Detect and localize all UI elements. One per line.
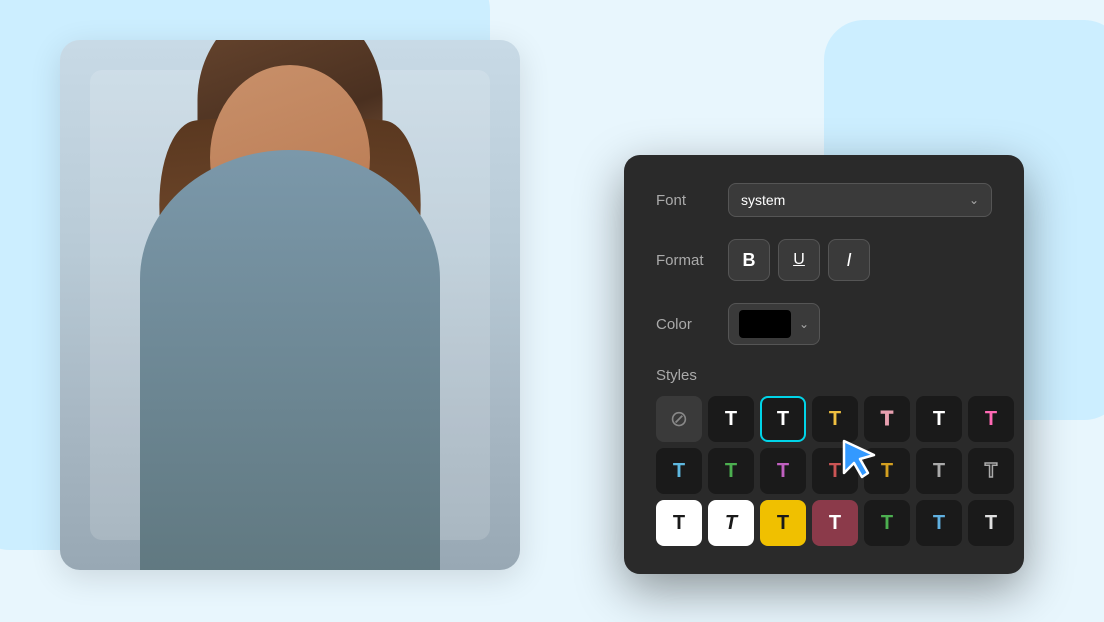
style-t-blue[interactable]: T bbox=[656, 448, 702, 494]
t-icon: T bbox=[881, 512, 893, 535]
style-t-outline-pink[interactable]: T bbox=[864, 396, 910, 442]
style-t-plain[interactable]: T bbox=[708, 396, 754, 442]
t-icon: T bbox=[725, 460, 737, 483]
t-icon: T bbox=[725, 408, 737, 431]
t-icon: T bbox=[933, 512, 945, 535]
color-swatch bbox=[739, 310, 791, 338]
chevron-down-icon: ⌄ bbox=[969, 193, 979, 207]
t-icon: T bbox=[829, 512, 841, 535]
underline-button[interactable]: U bbox=[778, 239, 820, 281]
photo-card bbox=[60, 40, 520, 570]
style-t-yellow[interactable]: T bbox=[812, 396, 858, 442]
style-t-white-on-maroon[interactable]: T bbox=[812, 500, 858, 546]
format-row: Format B U I bbox=[656, 239, 992, 281]
t-icon: T bbox=[933, 460, 945, 483]
format-panel: Font system ⌄ Format B U I Color ⌄ bbox=[624, 155, 1024, 574]
t-icon: T bbox=[829, 460, 841, 483]
style-none[interactable]: ⊘ bbox=[656, 396, 702, 442]
styles-label: Styles bbox=[656, 367, 697, 384]
color-picker[interactable]: ⌄ bbox=[728, 303, 820, 345]
style-t-black-on-yellow[interactable]: T bbox=[760, 500, 806, 546]
bold-button[interactable]: B bbox=[728, 239, 770, 281]
t-icon: T bbox=[881, 408, 893, 431]
styles-grid: ⊘ T T T T T T bbox=[656, 396, 992, 546]
styles-section: Styles ⊘ T T T T T bbox=[656, 367, 992, 546]
style-t-hotpink[interactable]: T bbox=[968, 396, 1014, 442]
font-label: Font bbox=[656, 192, 728, 209]
style-t-gold[interactable]: T bbox=[864, 448, 910, 494]
style-t-gray[interactable]: T bbox=[916, 448, 962, 494]
t-icon: T bbox=[725, 512, 737, 535]
style-t-purple[interactable]: T bbox=[760, 448, 806, 494]
format-buttons-group: B U I bbox=[728, 239, 870, 281]
style-t-silver[interactable]: T bbox=[968, 500, 1014, 546]
color-row: Color ⌄ bbox=[656, 303, 992, 345]
style-t-green2[interactable]: T bbox=[864, 500, 910, 546]
t-icon: T bbox=[881, 460, 893, 483]
t-icon: T bbox=[933, 408, 945, 431]
photo-background bbox=[60, 40, 520, 570]
t-icon: T bbox=[673, 460, 685, 483]
t-icon: T bbox=[777, 512, 789, 535]
style-t-selected[interactable]: T bbox=[760, 396, 806, 442]
style-t-black-on-white2[interactable]: T bbox=[708, 500, 754, 546]
t-icon: T bbox=[777, 460, 789, 483]
t-icon: T bbox=[985, 512, 997, 535]
style-t-lightblue[interactable]: T bbox=[916, 500, 962, 546]
person-body bbox=[140, 150, 440, 570]
chevron-down-icon: ⌄ bbox=[799, 317, 809, 331]
no-symbol-icon: ⊘ bbox=[670, 406, 688, 432]
font-value: system bbox=[741, 192, 785, 208]
content-wrapper: Font system ⌄ Format B U I Color ⌄ bbox=[0, 0, 1104, 622]
t-icon: T bbox=[673, 512, 685, 535]
format-label: Format bbox=[656, 252, 728, 269]
style-t-white2[interactable]: T bbox=[916, 396, 962, 442]
italic-button[interactable]: I bbox=[828, 239, 870, 281]
color-label: Color bbox=[656, 316, 728, 333]
t-icon: T bbox=[829, 408, 841, 431]
style-t-outline[interactable]: T bbox=[968, 448, 1014, 494]
style-t-red[interactable]: T bbox=[812, 448, 858, 494]
t-icon: T bbox=[985, 460, 997, 483]
t-icon: T bbox=[777, 408, 789, 431]
style-t-green[interactable]: T bbox=[708, 448, 754, 494]
font-row: Font system ⌄ bbox=[656, 183, 992, 217]
style-t-black-on-white[interactable]: T bbox=[656, 500, 702, 546]
font-dropdown[interactable]: system ⌄ bbox=[728, 183, 992, 217]
t-icon: T bbox=[985, 408, 997, 431]
